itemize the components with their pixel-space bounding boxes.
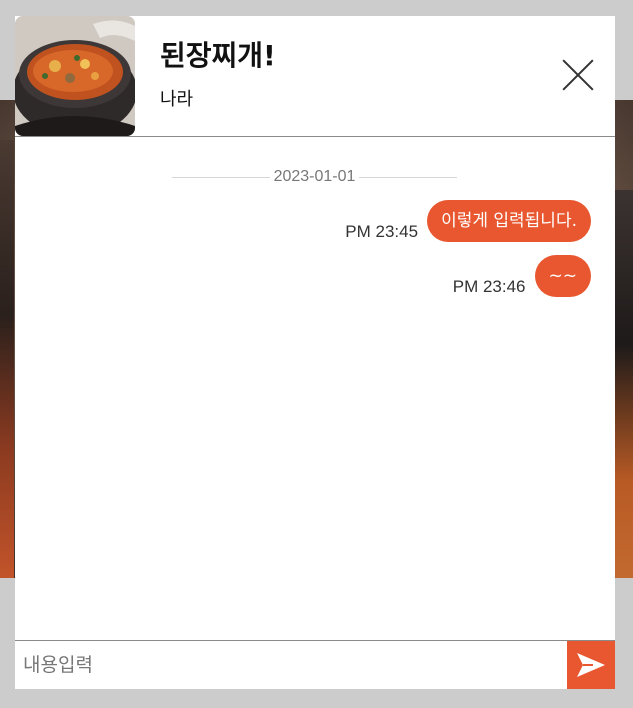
divider-line-left — [172, 176, 270, 178]
chat-modal: 된장찌개! 나라 2023-01-01 PM 23:45 이렇게 입력됩니다. … — [15, 16, 615, 689]
message-bubble: 이렇게 입력됩니다. — [427, 200, 591, 242]
close-icon[interactable] — [561, 58, 595, 92]
subtitle-label: 나라 — [160, 89, 194, 110]
message-time: PM 23:45 — [345, 222, 419, 241]
message-time: PM 23:46 — [452, 277, 526, 296]
message-list: 2023-01-01 PM 23:45 이렇게 입력됩니다. PM 23:46 … — [15, 137, 615, 641]
message-row: PM 23:46 ~~ — [453, 255, 591, 297]
date-divider: 2023-01-01 — [172, 167, 457, 187]
message-input-bar — [15, 640, 615, 689]
message-row: PM 23:45 이렇게 입력됩니다. — [345, 200, 591, 242]
message-input[interactable] — [15, 641, 567, 689]
food-thumbnail — [15, 16, 135, 136]
divider-line-right — [359, 176, 457, 178]
message-bubble: ~~ — [534, 255, 591, 297]
date-label: 2023-01-01 — [273, 168, 356, 185]
page-title: 된장찌개! — [160, 39, 276, 72]
send-icon — [577, 653, 605, 677]
send-button[interactable] — [567, 641, 615, 689]
chat-header: 된장찌개! 나라 — [15, 16, 615, 137]
